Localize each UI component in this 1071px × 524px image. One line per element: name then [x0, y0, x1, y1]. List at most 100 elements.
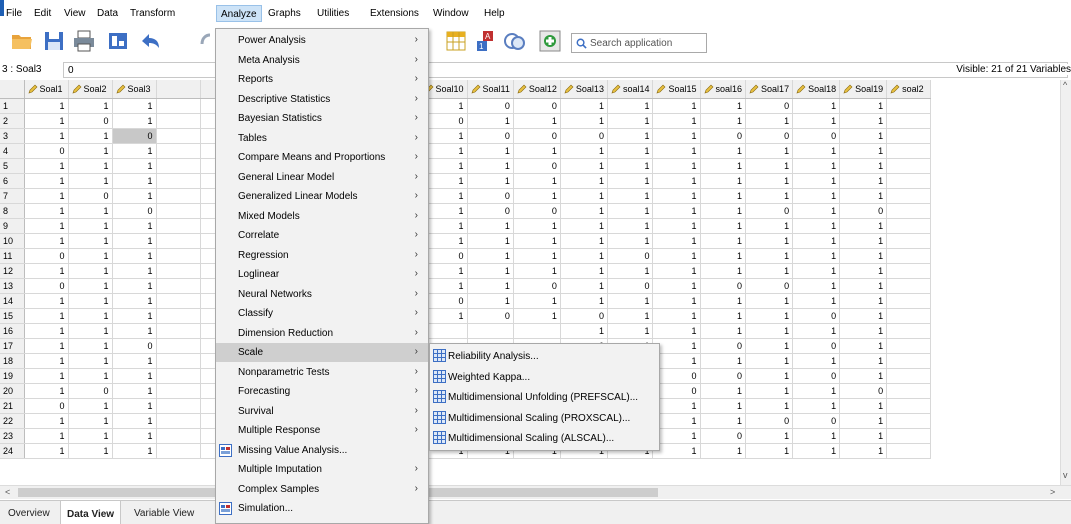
analyze-menu-item[interactable]: Mixed Models › — [216, 207, 428, 226]
data-cell[interactable]: 1 — [24, 263, 69, 279]
data-cell[interactable]: 1 — [607, 188, 654, 204]
data-cell[interactable]: 1 — [792, 428, 841, 444]
data-cell[interactable]: 1 — [560, 203, 608, 219]
analyze-menu-item[interactable]: Meta Analysis › — [216, 51, 428, 70]
data-cell[interactable]: 0 — [68, 383, 113, 399]
data-cell[interactable]: 1 — [112, 413, 157, 429]
open-folder-icon[interactable] — [10, 29, 34, 53]
data-cell[interactable] — [886, 98, 932, 114]
save-icon[interactable] — [42, 29, 66, 53]
data-cell[interactable]: 0 — [560, 128, 608, 144]
data-cell[interactable] — [467, 323, 514, 339]
data-cell[interactable]: 1 — [745, 338, 794, 354]
data-cell[interactable]: 1 — [792, 383, 841, 399]
scroll-up-icon[interactable]: ^ — [1063, 80, 1067, 90]
data-cell[interactable]: 1 — [652, 443, 701, 459]
data-cell[interactable]: 0 — [560, 308, 608, 324]
data-cell[interactable] — [156, 398, 201, 414]
data-cell[interactable]: 1 — [24, 113, 69, 129]
column-header[interactable]: Soal17 — [745, 80, 794, 99]
column-header[interactable]: Soal2 — [68, 80, 113, 99]
data-cell[interactable]: 1 — [112, 158, 157, 174]
data-cell[interactable]: 1 — [112, 368, 157, 384]
data-cell[interactable]: 1 — [607, 293, 654, 309]
data-cell[interactable]: 1 — [68, 128, 113, 144]
scale-submenu-item[interactable]: Reliability Analysis... — [430, 346, 659, 366]
data-cell[interactable]: 1 — [560, 113, 608, 129]
data-cell[interactable]: 1 — [112, 218, 157, 234]
column-header[interactable]: Soal12 — [513, 80, 561, 99]
data-cell[interactable]: 1 — [745, 353, 794, 369]
data-cell[interactable]: 1 — [607, 98, 654, 114]
data-cell[interactable]: 1 — [652, 218, 701, 234]
data-cell[interactable]: 1 — [652, 143, 701, 159]
data-cell[interactable]: 1 — [792, 98, 841, 114]
column-header[interactable]: Soal19 — [839, 80, 888, 99]
data-cell[interactable]: 1 — [839, 413, 888, 429]
data-cell[interactable]: 1 — [700, 233, 747, 249]
data-cell[interactable]: 1 — [24, 383, 69, 399]
data-cell[interactable]: 1 — [700, 158, 747, 174]
data-cell[interactable]: 1 — [467, 158, 514, 174]
analyze-menu-item[interactable]: General Linear Model › — [216, 168, 428, 187]
data-cell[interactable] — [156, 158, 201, 174]
row-number[interactable]: 7 — [0, 188, 25, 204]
data-cell[interactable] — [156, 368, 201, 384]
row-number[interactable]: 22 — [0, 413, 25, 429]
data-cell[interactable]: 0 — [467, 188, 514, 204]
data-cell[interactable]: 1 — [652, 398, 701, 414]
row-number[interactable]: 16 — [0, 323, 25, 339]
data-cell[interactable]: 0 — [792, 368, 841, 384]
data-cell[interactable]: 1 — [700, 413, 747, 429]
data-cell[interactable]: 1 — [839, 143, 888, 159]
column-header[interactable]: Soal13 — [560, 80, 608, 99]
data-cell[interactable]: 1 — [745, 308, 794, 324]
data-cell[interactable]: 1 — [839, 128, 888, 144]
data-cell[interactable]: 1 — [652, 188, 701, 204]
data-cell[interactable]: 1 — [792, 353, 841, 369]
data-cell[interactable]: 1 — [700, 113, 747, 129]
row-number[interactable]: 18 — [0, 353, 25, 369]
data-cell[interactable]: 0 — [839, 383, 888, 399]
data-cell[interactable]: 1 — [652, 203, 701, 219]
tab-variable-view[interactable]: Variable View — [128, 505, 200, 522]
data-cell[interactable]: 0 — [652, 368, 701, 384]
data-cell[interactable]: 1 — [68, 263, 113, 279]
data-cell[interactable] — [886, 233, 932, 249]
data-cell[interactable]: 1 — [68, 428, 113, 444]
data-cell[interactable]: 1 — [560, 173, 608, 189]
data-cell[interactable]: 0 — [68, 113, 113, 129]
data-cell[interactable]: 1 — [700, 188, 747, 204]
data-cell[interactable]: 0 — [513, 128, 561, 144]
data-cell[interactable]: 1 — [467, 173, 514, 189]
data-cell[interactable] — [886, 173, 932, 189]
data-cell[interactable]: 1 — [792, 143, 841, 159]
data-cell[interactable]: 1 — [560, 293, 608, 309]
search-application-field[interactable]: Search application — [571, 33, 707, 53]
row-number[interactable]: 6 — [0, 173, 25, 189]
data-cell[interactable] — [886, 203, 932, 219]
data-cell[interactable]: 1 — [112, 308, 157, 324]
scale-submenu-item[interactable]: Multidimensional Scaling (ALSCAL)... — [430, 428, 659, 448]
menu-graphs[interactable]: Graphs — [268, 8, 301, 20]
data-cell[interactable]: 1 — [745, 218, 794, 234]
data-cell[interactable]: 1 — [792, 323, 841, 339]
data-cell[interactable] — [156, 353, 201, 369]
data-cell[interactable]: 0 — [467, 203, 514, 219]
column-header[interactable]: Soal3 — [112, 80, 157, 99]
data-cell[interactable]: 0 — [112, 203, 157, 219]
data-cell[interactable]: 1 — [467, 248, 514, 264]
data-cell[interactable] — [156, 293, 201, 309]
analyze-menu-item[interactable]: Multiple Response › — [216, 421, 428, 440]
data-cell[interactable]: 1 — [560, 158, 608, 174]
data-cell[interactable]: 1 — [700, 398, 747, 414]
row-number[interactable]: 8 — [0, 203, 25, 219]
data-cell[interactable]: 1 — [745, 233, 794, 249]
data-cell[interactable]: 0 — [745, 128, 794, 144]
data-cell[interactable]: 1 — [112, 173, 157, 189]
data-cell[interactable]: 1 — [839, 278, 888, 294]
data-cell[interactable]: 1 — [560, 248, 608, 264]
data-cell[interactable]: 1 — [839, 308, 888, 324]
data-cell[interactable]: 1 — [513, 248, 561, 264]
data-cell[interactable]: 1 — [24, 173, 69, 189]
